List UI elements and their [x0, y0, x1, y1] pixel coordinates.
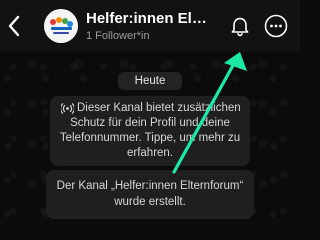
info-text-line-1: Dieser Kanal bietet zusätzlichen [77, 102, 241, 114]
broadcast-icon [61, 103, 74, 114]
channel-logo-icon [44, 9, 78, 43]
channel-avatar[interactable] [44, 9, 78, 43]
created-text-line-2: wurde erstellt. [114, 196, 186, 208]
info-text-line-4: erfahren. [126, 147, 174, 159]
more-options-icon[interactable] [264, 14, 288, 38]
info-text-line-2: Schutz für dein Profil und deine [70, 117, 230, 129]
created-text-line-1: Der Kanal „Helfer:innen Elternforum“ [56, 180, 244, 192]
bell-icon[interactable] [229, 15, 251, 37]
follower-count: 1 Follower*in [86, 30, 150, 42]
channel-title[interactable]: Helfer:innen Elternf... [86, 10, 210, 27]
channel-header: Helfer:innen Elternf... 1 Follower*in [0, 0, 300, 52]
channel-created-message [46, 170, 254, 219]
date-separator: Heute [118, 72, 182, 90]
chevron-left-icon[interactable] [6, 14, 22, 38]
channel-screen: Helfer:innen Elternf... 1 Follower*in He… [0, 0, 300, 219]
info-text-line-3: Telefonnummer. Tippe, um mehr zu [59, 132, 241, 144]
